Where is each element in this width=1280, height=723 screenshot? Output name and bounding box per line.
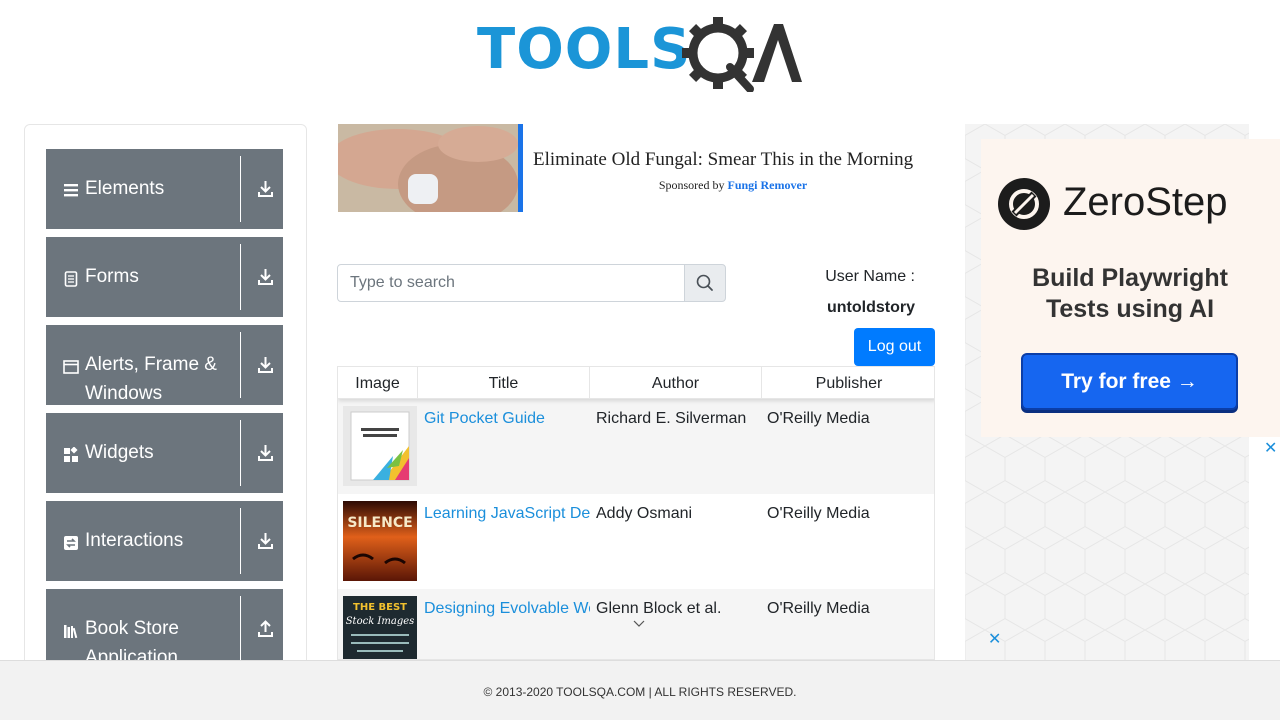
table-row: THE BEST Stock Images Designing Evolvabl… (338, 589, 934, 659)
book-author: Richard E. Silverman (596, 410, 747, 427)
sidebar-group-interactions[interactable]: Interactions (46, 501, 283, 581)
sidebar-group-label: Forms (85, 266, 139, 287)
table-header: Image Title Author Publisher (338, 367, 934, 399)
books-table: Image Title Author Publisher Git Pocket … (337, 366, 935, 660)
document-icon (64, 271, 78, 287)
hamburger-icon (64, 184, 78, 197)
window-icon (63, 360, 79, 374)
sidebar-group-alerts[interactable]: Alerts, Frame & Windows (46, 325, 283, 405)
sidebar-group-widgets[interactable]: Widgets (46, 413, 283, 493)
divider (240, 156, 241, 222)
user-name-label: User Name : (825, 268, 915, 285)
ad-accent-bar (518, 124, 523, 212)
book-publisher: O'Reilly Media (767, 410, 870, 427)
book-publisher: O'Reilly Media (767, 505, 870, 522)
ad-title[interactable]: Eliminate Old Fungal: Smear This in the … (533, 149, 913, 171)
sidebar-group-book-store[interactable]: Book Store Application (46, 589, 283, 669)
logout-button[interactable]: Log out (854, 328, 935, 366)
book-author: Addy Osmani (596, 505, 693, 522)
search-icon (696, 274, 713, 291)
footer-copyright: © 2013-2020 TOOLSQA.COM | ALL RIGHTS RES… (483, 685, 797, 699)
ad-brand-name: ZeroStep (1063, 180, 1228, 224)
download-icon[interactable] (257, 443, 274, 463)
download-icon[interactable] (257, 179, 274, 199)
user-name-value: untoldstory (827, 299, 915, 316)
column-header-image[interactable]: Image (338, 367, 418, 399)
books-icon (64, 625, 78, 639)
column-header-publisher[interactable]: Publisher (762, 367, 934, 399)
logo-gear-icon: QA (682, 16, 802, 92)
svg-text:QA: QA (682, 16, 684, 17)
divider (240, 332, 241, 398)
zerostep-logo-icon (998, 178, 1050, 230)
book-author: Glenn Block et al. (596, 600, 722, 617)
search-input[interactable] (337, 264, 685, 302)
svg-text:Stock Images: Stock Images (346, 616, 415, 627)
divider (240, 508, 241, 574)
table-row: Git Pocket Guide Richard E. Silverman O'… (338, 399, 934, 494)
book-publisher: O'Reilly Media (767, 600, 870, 617)
sidebar-group-label: Widgets (85, 442, 154, 463)
widgets-icon (64, 447, 78, 462)
column-header-author[interactable]: Author (590, 367, 762, 399)
book-cover-image: SILENCE (343, 501, 417, 581)
try-for-free-button[interactable]: Try for free → (1021, 353, 1238, 410)
chevron-down-icon[interactable] (632, 619, 646, 628)
svg-text:SILENCE: SILENCE (347, 515, 412, 531)
book-title-cell[interactable]: Learning JavaScript Design Patterns (424, 494, 590, 589)
ad-image[interactable] (338, 124, 520, 212)
ad-sponsor: Sponsored by Fungi Remover (533, 178, 933, 193)
download-icon[interactable] (257, 531, 274, 551)
logo-text: TOOLS (477, 17, 692, 82)
svg-text:THE BEST: THE BEST (353, 602, 407, 613)
sidebar-group-label: Elements (85, 178, 165, 199)
footer: © 2013-2020 TOOLSQA.COM | ALL RIGHTS RES… (0, 660, 1280, 720)
divider (240, 420, 241, 486)
ad-close-icon[interactable]: ✕ (1264, 438, 1277, 458)
interactions-icon (64, 536, 78, 550)
upload-icon[interactable] (257, 619, 274, 639)
sidebar-group-forms[interactable]: Forms (46, 237, 283, 317)
sidebar-group-label: Alerts, Frame & Windows (85, 354, 217, 404)
book-title-link[interactable]: Learning JavaScript Design Patterns (424, 505, 590, 522)
divider (240, 244, 241, 310)
ad-close-icon[interactable]: ✕ (988, 629, 1001, 649)
ad-sponsor-prefix: Sponsored by (658, 178, 725, 192)
book-cover-image: THE BEST Stock Images (343, 596, 417, 659)
sidebar-group-label: Interactions (85, 530, 184, 551)
book-title-link[interactable]: Git Pocket Guide (424, 410, 545, 427)
download-icon[interactable] (257, 355, 274, 375)
divider (240, 596, 241, 662)
table-row: SILENCE Learning JavaScript Design Patte… (338, 494, 934, 589)
column-header-title[interactable]: Title (418, 367, 590, 399)
search-button[interactable] (684, 264, 726, 302)
book-cover-image (343, 406, 417, 486)
download-icon[interactable] (257, 267, 274, 287)
book-title-link[interactable]: Designing Evolvable Web APIs with ASP.NE… (424, 600, 590, 617)
ad-tagline: Build Playwright Tests using AI (1032, 264, 1228, 323)
sidebar: Elements Forms Alerts, Frame & Windows W… (24, 124, 307, 684)
book-title-cell[interactable]: Designing Evolvable Web APIs with ASP.NE… (424, 589, 590, 659)
toolsqa-logo[interactable]: TOOLS QA (477, 14, 802, 92)
book-title-cell[interactable]: Git Pocket Guide (424, 399, 590, 494)
ad-sponsor-name[interactable]: Fungi Remover (728, 178, 808, 192)
sidebar-group-elements[interactable]: Elements (46, 149, 283, 229)
